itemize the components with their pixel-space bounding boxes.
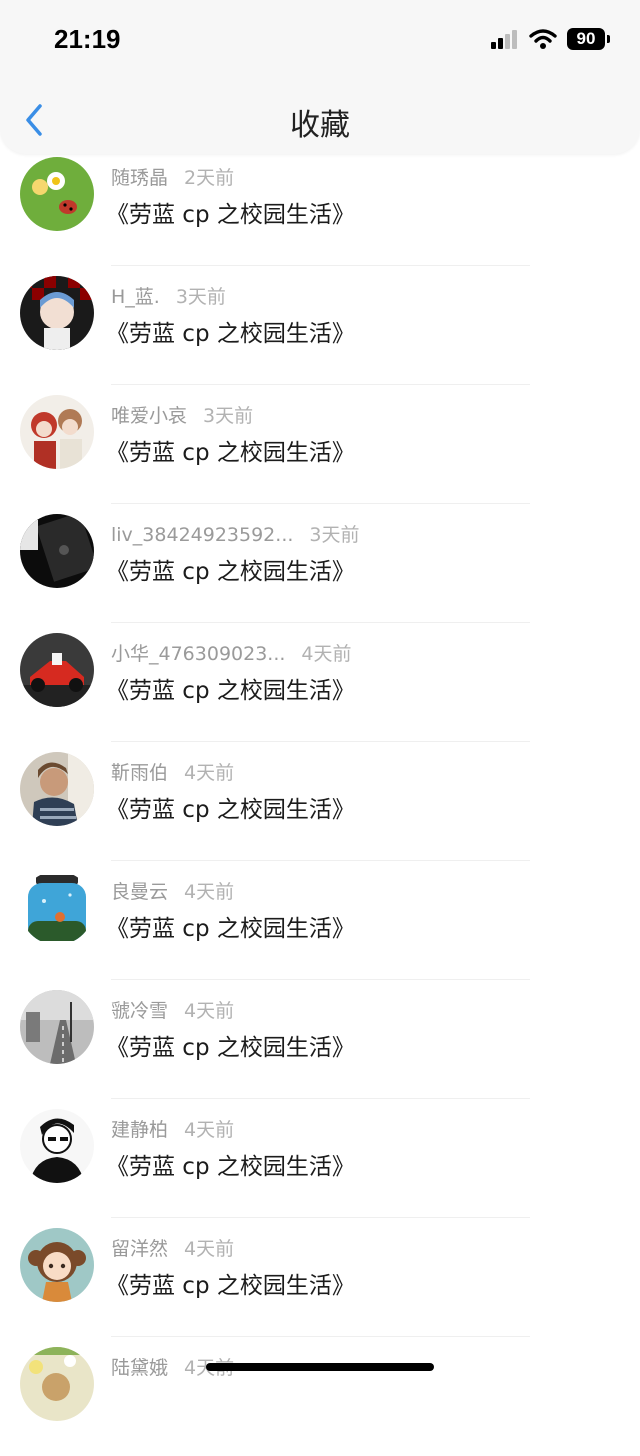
item-meta: 良曼云 4天前 (111, 877, 234, 904)
avatar[interactable] (20, 1347, 94, 1421)
username: H_蓝. (111, 286, 160, 308)
list-item[interactable]: 唯爱小哀 3天前 《劳蓝 cp 之校园生活》 (0, 385, 640, 504)
item-meta: liv_38424923592... 3天前 (111, 520, 360, 547)
time-ago: 4天前 (184, 762, 235, 784)
avatar[interactable] (20, 276, 94, 350)
list-item[interactable]: H_蓝. 3天前 《劳蓝 cp 之校园生活》 (0, 266, 640, 385)
item-title[interactable]: 《劳蓝 cp 之校园生活》 (106, 195, 355, 229)
avatar[interactable] (20, 871, 94, 945)
item-meta: 虢冷雪 4天前 (111, 996, 234, 1023)
avatar[interactable] (20, 633, 94, 707)
list-item[interactable]: 留洋然 4天前 《劳蓝 cp 之校园生活》 (0, 1218, 640, 1337)
list-item[interactable]: 虢冷雪 4天前 《劳蓝 cp 之校园生活》 (0, 980, 640, 1099)
list-item[interactable]: 小华_476309023... 4天前 《劳蓝 cp 之校园生活》 (0, 623, 640, 742)
battery-tip (607, 35, 610, 43)
time-ago: 4天前 (184, 1000, 235, 1022)
time-ago: 4天前 (184, 1119, 235, 1141)
list-item[interactable]: 建静柏 4天前 《劳蓝 cp 之校园生活》 (0, 1099, 640, 1218)
item-title[interactable]: 《劳蓝 cp 之校园生活》 (106, 1028, 355, 1062)
time-ago: 4天前 (184, 881, 235, 903)
username: 建静柏 (111, 1119, 169, 1141)
username: 随琇晶 (111, 167, 169, 189)
avatar[interactable] (20, 752, 94, 826)
item-meta: 随琇晶 2天前 (111, 163, 234, 190)
item-title[interactable]: 《劳蓝 cp 之校园生活》 (106, 1266, 355, 1300)
time-ago: 3天前 (175, 286, 226, 308)
avatar[interactable] (20, 990, 94, 1064)
item-meta: 留洋然 4天前 (111, 1234, 234, 1261)
status-time: 21:19 (54, 24, 121, 54)
nav-header: 21:19 90 收藏 (0, 0, 640, 154)
username: 靳雨伯 (111, 762, 169, 784)
signal-icon (491, 30, 517, 49)
item-meta: 建静柏 4天前 (111, 1115, 234, 1142)
list-item[interactable]: 良曼云 4天前 《劳蓝 cp 之校园生活》 (0, 861, 640, 980)
item-title[interactable]: 《劳蓝 cp 之校园生活》 (106, 1147, 355, 1181)
avatar[interactable] (20, 1228, 94, 1302)
battery-icon: 90 (567, 28, 605, 50)
avatar[interactable] (20, 157, 94, 231)
battery-level: 90 (576, 29, 596, 48)
favorites-list: 随琇晶 2天前 《劳蓝 cp 之校园生活》 H_蓝. 3天前 《劳蓝 cp 之校园生… (0, 147, 640, 1456)
item-meta: 靳雨伯 4天前 (111, 758, 234, 785)
username: 陆黛娥 (111, 1357, 169, 1379)
list-item[interactable]: 陆黛娥4天前 (0, 1337, 640, 1456)
item-meta: 小华_476309023... 4天前 (111, 639, 352, 666)
username: 唯爱小哀 (111, 405, 188, 427)
page-title: 收藏 (290, 108, 350, 143)
avatar[interactable] (20, 514, 94, 588)
item-meta: 唯爱小哀 3天前 (111, 401, 253, 428)
avatar[interactable] (20, 1109, 94, 1183)
list-item[interactable]: 随琇晶 2天前 《劳蓝 cp 之校园生活》 (0, 147, 640, 266)
wifi-icon (529, 29, 557, 49)
time-ago: 3天前 (203, 405, 254, 427)
item-meta: H_蓝. 3天前 (111, 282, 226, 309)
time-ago: 4天前 (301, 643, 352, 665)
username: 小华_476309023... (111, 643, 286, 665)
home-indicator[interactable] (206, 1363, 434, 1371)
list-item[interactable]: 靳雨伯 4天前 《劳蓝 cp 之校园生活》 (0, 742, 640, 861)
time-ago: 4天前 (184, 1238, 235, 1260)
item-title[interactable]: 《劳蓝 cp 之校园生活》 (106, 314, 355, 348)
time-ago: 3天前 (309, 524, 360, 546)
username: 留洋然 (111, 1238, 169, 1260)
item-title[interactable]: 《劳蓝 cp 之校园生活》 (106, 790, 355, 824)
username: liv_38424923592... (111, 524, 294, 546)
item-title[interactable]: 《劳蓝 cp 之校园生活》 (106, 909, 355, 943)
username: 良曼云 (111, 881, 169, 903)
avatar[interactable] (20, 395, 94, 469)
status-icons: 90 (491, 28, 610, 50)
item-title[interactable]: 《劳蓝 cp 之校园生活》 (106, 433, 355, 467)
list-item[interactable]: liv_38424923592... 3天前 《劳蓝 cp 之校园生活》 (0, 504, 640, 623)
item-title[interactable]: 《劳蓝 cp 之校园生活》 (106, 671, 355, 705)
time-ago: 2天前 (184, 167, 235, 189)
username: 虢冷雪 (111, 1000, 169, 1022)
item-title[interactable]: 《劳蓝 cp 之校园生活》 (106, 552, 355, 586)
